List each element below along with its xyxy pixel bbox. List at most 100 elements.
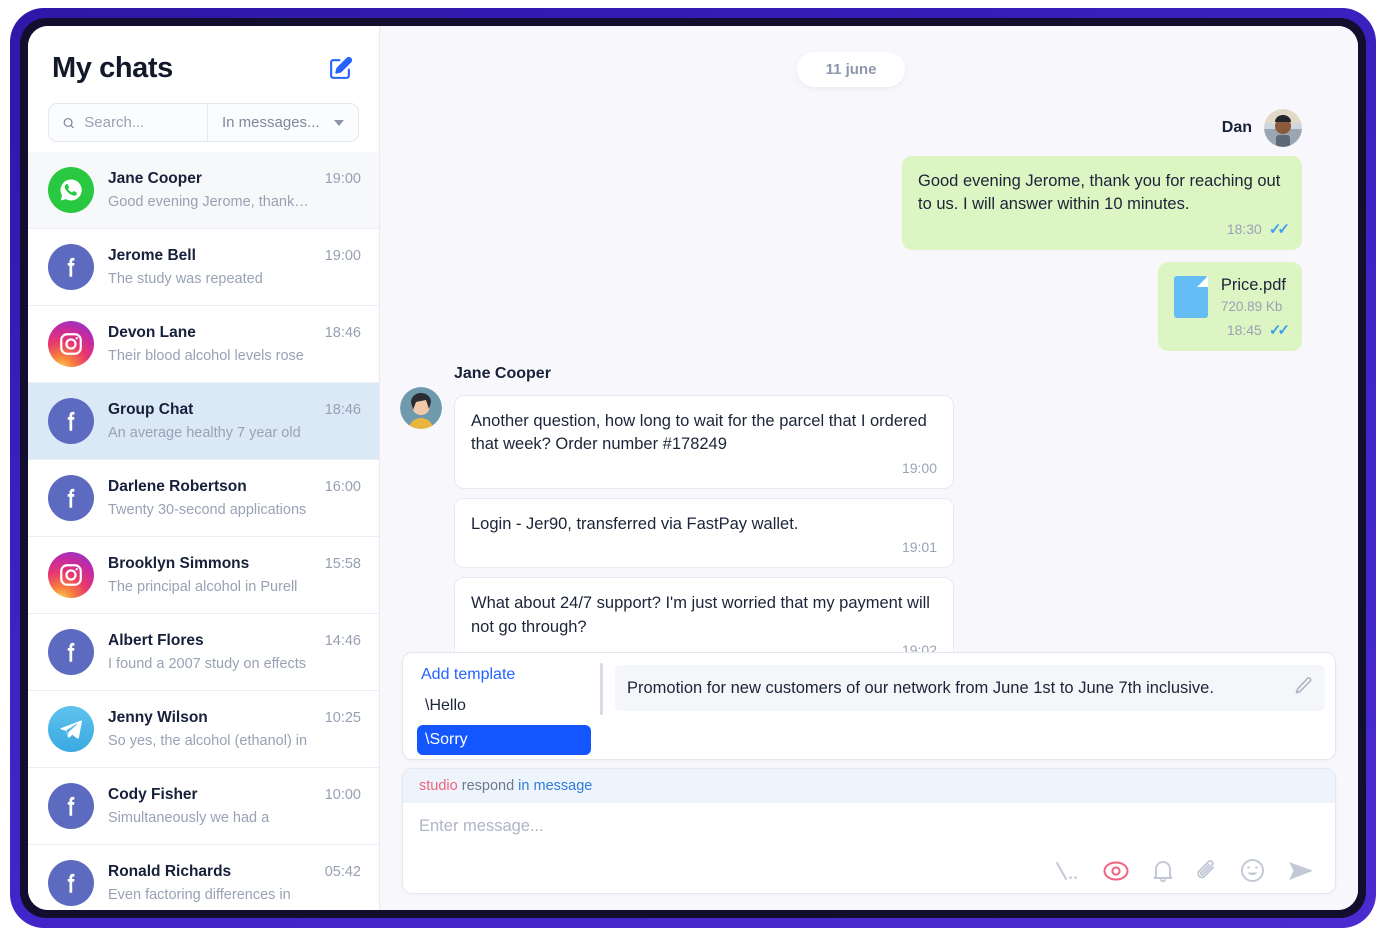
add-template-button[interactable]: Add template	[417, 663, 591, 687]
chat-list-item[interactable]: Cody Fisher 10:00 Simultaneously we had a	[28, 768, 379, 846]
chat-item-preview: The principal alcohol in Purell	[108, 579, 298, 596]
search-field-wrapper[interactable]	[49, 104, 208, 142]
sidebar: My chats In messages... Jane Cooper 19:00…	[28, 26, 380, 910]
template-preview-box[interactable]: Promotion for new customers of our netwo…	[615, 665, 1325, 711]
chat-list-item[interactable]: Devon Lane 18:46 Their blood alcohol level…	[28, 306, 379, 384]
avatar-facebook-icon	[48, 629, 94, 676]
page-title: My chats	[52, 52, 173, 84]
chat-item-name: Jane Cooper	[108, 170, 202, 188]
file-size: 720.89 Kb	[1220, 298, 1283, 314]
chat-item-preview: Simultaneously we had a	[108, 810, 270, 827]
file-attachment[interactable]: Price.pdf 720.89 Kb	[1173, 275, 1286, 318]
avatar-instagram-icon	[48, 321, 94, 368]
incoming-text-bubble[interactable]: What about 24/7 support? I'm just worrie…	[454, 577, 954, 652]
emoji-icon[interactable]	[1240, 858, 1265, 883]
chat-item-time: 05:42	[324, 864, 361, 881]
compose-edit-icon[interactable]	[325, 54, 355, 84]
hint-middle-label: respond	[461, 778, 515, 794]
chevron-down-icon	[334, 119, 344, 126]
chat-item-name: Cody Fisher	[108, 786, 198, 804]
outgoing-file-bubble[interactable]: Price.pdf 720.89 Kb 18:45 ✓✓	[1157, 261, 1302, 351]
send-icon[interactable]	[1287, 859, 1315, 883]
pencil-icon[interactable]	[1294, 676, 1313, 700]
composer-toolbar	[419, 858, 1319, 883]
chat-list-item[interactable]: Jerome Bell 19:00 The study was repeated	[28, 229, 379, 307]
template-list[interactable]: Add template \Hello \Sorry	[403, 653, 603, 759]
read-receipt-double-check-icon: ✓✓	[1268, 220, 1290, 238]
avatar-instagram-icon	[48, 552, 94, 599]
message-input-area[interactable]: Enter message...	[403, 803, 1335, 893]
chat-list-item[interactable]: Jenny Wilson 10:25 So yes, the alcohol (et…	[28, 691, 379, 769]
eye-icon[interactable]	[1102, 860, 1130, 882]
chat-item-preview: The study was repeated	[108, 271, 263, 288]
avatar-telegram-icon	[48, 706, 94, 753]
template-preview-text: Promotion for new customers of our netwo…	[627, 678, 1214, 697]
message-input-card: studio respond in message Enter message.…	[402, 768, 1336, 894]
sidebar-header: My chats	[28, 26, 379, 99]
paperclip-icon[interactable]	[1196, 859, 1218, 883]
chat-item-body: Albert Flores 14:46 I found a 2007 study o…	[108, 632, 361, 672]
message-scope-filter[interactable]: In messages...	[208, 104, 358, 141]
message-time: 19:00	[901, 459, 937, 476]
avatar-facebook-icon	[48, 783, 94, 830]
template-panel: Add template \Hello \Sorry Promotion for…	[402, 652, 1336, 760]
chat-item-name: Brooklyn Simmons	[108, 555, 250, 573]
outgoing-sender-name: Dan	[1221, 119, 1252, 136]
composer-hint: studio respond in message	[403, 769, 1335, 803]
chat-item-name: Jerome Bell	[108, 247, 196, 265]
chat-item-name: Darlene Robertson	[108, 478, 247, 496]
pdf-file-icon	[1173, 275, 1208, 318]
message-time: 19:01	[901, 539, 937, 556]
hint-link-label[interactable]: in message	[518, 778, 592, 794]
composer: Add template \Hello \Sorry Promotion for…	[380, 652, 1358, 910]
message-input-placeholder[interactable]: Enter message...	[419, 817, 1319, 836]
chat-item-time: 18:46	[324, 402, 361, 419]
incoming-message-group: Jane Cooper Another question, how long t…	[400, 365, 1302, 652]
chat-list-item[interactable]: Ronald Richards 05:42 Even factoring diffe…	[28, 845, 379, 910]
chat-item-time: 19:00	[324, 248, 361, 265]
chat-item-body: Devon Lane 18:46 Their blood alcohol level…	[108, 324, 361, 364]
message-time: 18:45	[1226, 321, 1262, 338]
chat-item-name: Jenny Wilson	[108, 709, 208, 727]
search-filter-bar: In messages...	[48, 103, 359, 143]
chat-item-preview: Good evening Jerome, thank…	[108, 194, 309, 211]
chat-list-item[interactable]: Albert Flores 14:46 I found a 2007 study o…	[28, 614, 379, 692]
message-text: Another question, how long to wait for t…	[471, 411, 927, 454]
message-scroll-area[interactable]: 11 june Dan Good evening Jerome, thank y…	[380, 26, 1358, 652]
message-text: Login - Jer90, transferred via FastPay w…	[471, 514, 799, 533]
chat-item-body: Cody Fisher 10:00 Simultaneously we had a	[108, 786, 361, 826]
file-message-meta: 18:45 ✓✓	[1174, 321, 1290, 339]
read-receipt-double-check-icon: ✓✓	[1268, 321, 1290, 339]
chat-list-item[interactable]: Group Chat 18:46 An average healthy 7 year…	[28, 383, 379, 461]
chat-item-time: 15:58	[324, 556, 361, 573]
avatar-dan	[1264, 109, 1302, 147]
outgoing-sender-row: Dan	[1222, 109, 1302, 147]
file-name: Price.pdf	[1220, 275, 1286, 294]
chat-list-item[interactable]: Brooklyn Simmons 15:58 The principal alcoh…	[28, 537, 379, 615]
chat-item-preview: Twenty 30-second applications	[108, 502, 307, 519]
chat-list-item[interactable]: Jane Cooper 19:00 Good evening Jerome, tha…	[28, 152, 379, 230]
filter-label: In messages...	[222, 114, 320, 132]
outgoing-text-bubble[interactable]: Good evening Jerome, thank you for reach…	[902, 156, 1302, 250]
chat-item-body: Group Chat 18:46 An average healthy 7 year…	[108, 401, 361, 441]
avatar-whatsapp-icon	[48, 167, 94, 214]
template-slash-icon[interactable]	[1054, 860, 1080, 882]
chat-application-window: My chats In messages... Jane Cooper 19:00…	[28, 26, 1358, 910]
template-item-sorry[interactable]: \Sorry	[417, 725, 591, 755]
incoming-text-bubble[interactable]: Login - Jer90, transferred via FastPay w…	[454, 497, 954, 569]
bell-icon[interactable]	[1152, 859, 1174, 883]
chat-list[interactable]: Jane Cooper 19:00 Good evening Jerome, tha…	[28, 152, 379, 910]
chat-item-body: Jenny Wilson 10:25 So yes, the alcohol (et…	[108, 709, 361, 749]
avatar-facebook-icon	[48, 244, 94, 291]
message-text: What about 24/7 support? I'm just worrie…	[471, 594, 930, 636]
message-meta: 19:01	[471, 539, 937, 555]
search-input[interactable]	[84, 114, 194, 132]
message-meta: 19:00	[471, 460, 937, 476]
chat-list-item[interactable]: Darlene Robertson 16:00 Twenty 30-second a…	[28, 460, 379, 538]
chat-item-body: Ronald Richards 05:42 Even factoring diffe…	[108, 863, 361, 903]
template-list-scrollbar[interactable]	[600, 663, 603, 715]
incoming-text-bubble[interactable]: Another question, how long to wait for t…	[454, 394, 954, 489]
template-item-hello[interactable]: \Hello	[417, 691, 591, 721]
incoming-sender-name: Jane Cooper	[454, 364, 551, 382]
avatar-jane-cooper	[400, 386, 442, 429]
